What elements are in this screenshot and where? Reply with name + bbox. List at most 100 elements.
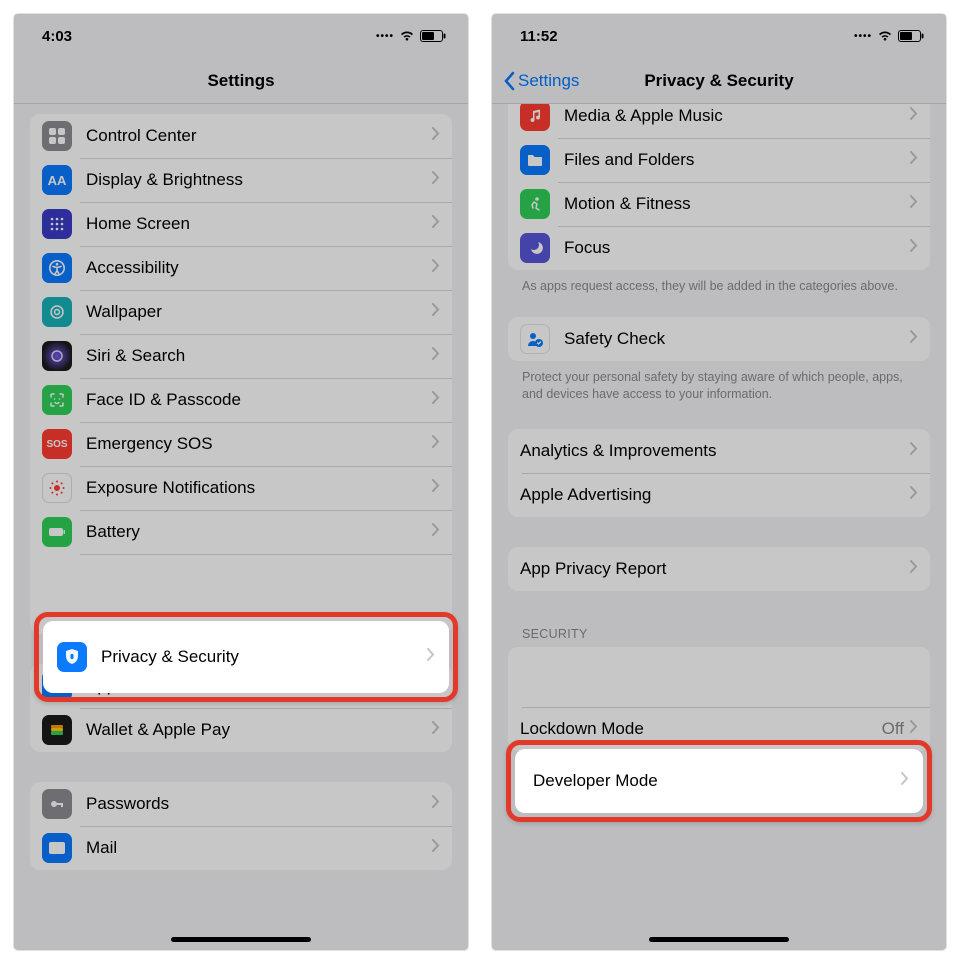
music-icon [520,104,550,131]
row-home-screen[interactable]: Home Screen [30,202,452,246]
chevron-right-icon [910,195,918,213]
row-label: Lockdown Mode [520,719,882,739]
battery-status-icon [898,30,924,42]
row-label: Files and Folders [564,150,910,170]
row-safety-check[interactable]: Safety Check [508,317,930,361]
chevron-right-icon [432,127,440,145]
privacy-group-analytics: Analytics & Improvements Apple Advertisi… [508,429,930,517]
exposure-icon [42,473,72,503]
back-label: Settings [518,71,579,91]
chevron-right-icon [910,560,918,578]
page-title: Settings [207,71,274,91]
row-developer-mode[interactable] [508,647,930,707]
row-label: Focus [564,238,910,258]
focus-icon [520,233,550,263]
row-label: Home Screen [86,214,432,234]
row-passwords[interactable]: Passwords [30,782,452,826]
wifi-icon [399,30,415,42]
row-control-center[interactable]: Control Center [30,114,452,158]
chevron-right-icon [910,442,918,460]
accessibility-icon [42,253,72,283]
chevron-right-icon [432,435,440,453]
row-label: Passwords [86,794,432,814]
row-faceid[interactable]: Face ID & Passcode [30,378,452,422]
row-label: Emergency SOS [86,434,432,454]
row-battery[interactable]: Battery [30,510,452,554]
row-label: App Store [86,676,432,696]
fitness-icon [520,189,550,219]
page-title: Privacy & Security [644,71,793,91]
row-analytics[interactable]: Analytics & Improvements [508,429,930,473]
status-time: 4:03 [42,28,72,45]
chevron-right-icon [432,523,440,541]
nav-bar: Settings [14,58,468,104]
chevron-right-icon [910,239,918,257]
chevron-right-icon [432,347,440,365]
battery-icon [42,517,72,547]
row-exposure[interactable]: Exposure Notifications [30,466,452,510]
section-header-security: SECURITY [508,609,930,645]
row-label: Exposure Notifications [86,478,432,498]
home-indicator[interactable] [649,937,789,942]
row-display[interactable]: AA Display & Brightness [30,158,452,202]
row-label: Wallpaper [86,302,432,322]
cellular-icon: •••• [854,31,872,42]
settings-group-1: Control Center AA Display & Brightness H… [30,114,452,634]
settings-group-2: App Store Wallet & Apple Pay [30,664,452,752]
row-lockdown-mode[interactable]: Lockdown Mode Off [508,707,930,751]
settings-group-3: Passwords Mail [30,782,452,870]
row-app-privacy-report[interactable]: App Privacy Report [508,547,930,591]
row-sos[interactable]: SOS Emergency SOS [30,422,452,466]
chevron-right-icon [432,171,440,189]
row-privacy[interactable] [30,554,452,634]
footer-text: As apps request access, they will be add… [508,270,930,295]
row-accessibility[interactable]: Accessibility [30,246,452,290]
chevron-right-icon [910,330,918,348]
row-label: Motion & Fitness [564,194,910,214]
chevron-right-icon [910,486,918,504]
row-value: Off [882,719,904,739]
row-media[interactable]: Media & Apple Music [508,104,930,138]
wifi-icon [877,30,893,42]
chevron-right-icon [432,391,440,409]
row-label: Analytics & Improvements [520,441,910,461]
chevron-right-icon [910,720,918,738]
status-time: 11:52 [520,28,558,45]
chevron-right-icon [432,721,440,739]
status-bar: 11:52 •••• [492,14,946,58]
row-advertising[interactable]: Apple Advertising [508,473,930,517]
row-label: Battery [86,522,432,542]
row-motion[interactable]: Motion & Fitness [508,182,930,226]
status-bar: 4:03 •••• [14,14,468,58]
safety-icon [520,324,550,354]
row-wallpaper[interactable]: Wallpaper [30,290,452,334]
home-indicator[interactable] [171,937,311,942]
footer-text: Protect your personal safety by staying … [508,361,930,403]
chevron-right-icon [910,107,918,125]
row-label: Media & Apple Music [564,106,910,126]
sos-icon: SOS [42,429,72,459]
row-mail[interactable]: Mail [30,826,452,870]
faceid-icon [42,385,72,415]
privacy-group-report: App Privacy Report [508,547,930,591]
row-label: App Privacy Report [520,559,910,579]
row-files[interactable]: Files and Folders [508,138,930,182]
row-label: Siri & Search [86,346,432,366]
cellular-icon: •••• [376,31,394,42]
row-label: Display & Brightness [86,170,432,190]
privacy-group-safety: Safety Check [508,317,930,361]
chevron-right-icon [432,839,440,857]
mail-icon [42,833,72,863]
row-wallet[interactable]: Wallet & Apple Pay [30,708,452,752]
row-focus[interactable]: Focus [508,226,930,270]
row-label: Control Center [86,126,432,146]
appstore-icon [42,671,72,701]
row-label: Apple Advertising [520,485,910,505]
row-siri[interactable]: Siri & Search [30,334,452,378]
back-button[interactable]: Settings [502,71,579,91]
row-appstore[interactable]: App Store [30,664,452,708]
chevron-right-icon [432,215,440,233]
right-screenshot: 11:52 •••• Settings Privacy & Security M… [492,14,946,950]
chevron-right-icon [432,259,440,277]
home-screen-icon [42,209,72,239]
